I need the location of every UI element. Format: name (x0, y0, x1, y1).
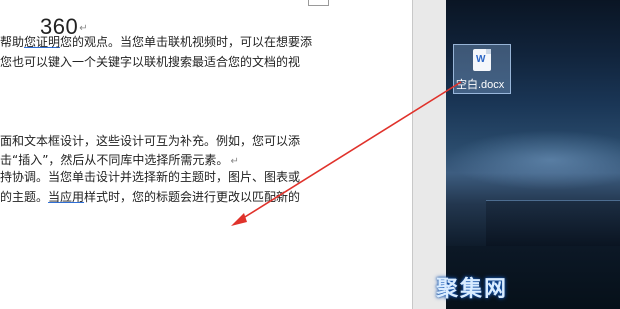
text-segment: 持协调。当您单击设计并选择新的主题时，图片、图表或 (0, 170, 301, 184)
document-text-line: 面和文本框设计，这些设计可互为补充。例如，您可以添 (0, 133, 300, 149)
text-segment: 面和文本框设计，这些设计可互为补充。例如，您可以添 (0, 134, 301, 148)
document-text-line: 帮助您证明您的观点。当您单击联机视频时，可以在想要添 (0, 34, 312, 50)
text-segment: 的主题。 (0, 190, 49, 204)
paragraph-mark-icon: ↵ (79, 22, 89, 34)
text-segment: 样式时，您的标题会进行更改以匹配新的 (84, 190, 301, 204)
word-document-icon: W (473, 49, 491, 71)
document-page[interactable]: 360↵ 帮助您证明您的观点。当您单击联机视频时，可以在想要添 您也可以键入一个关… (0, 0, 412, 309)
text-segment: 帮助 (0, 35, 25, 49)
text-segment: 您也可以键入一个关键字以联机搜索最适合您的文档的视 (0, 55, 301, 69)
ruler-marker (308, 0, 329, 6)
spellcheck-underlined-text: 当应用 (48, 190, 85, 204)
desktop-file-item[interactable]: W 空白.docx (453, 44, 511, 94)
document-text-line: 击“插入”，然后从不同库中选择所需元素。 ↵ (0, 152, 239, 170)
text-segment: 击“插入”，然后从不同库中选择所需元素。 (0, 153, 229, 167)
document-text-line: 的主题。当应用样式时，您的标题会进行更改以匹配新的 (0, 189, 300, 205)
document-text-line: 您也可以键入一个关键字以联机搜索最适合您的文档的视 (0, 54, 300, 70)
paragraph-mark-icon: ↵ (230, 156, 239, 167)
spellcheck-underlined-text: 您证明 (24, 35, 61, 49)
wallpaper-glow (446, 130, 620, 190)
desktop-file-label: 空白.docx (456, 79, 505, 91)
watermark-logo: 聚集网 (436, 277, 509, 302)
wallpaper-horizon (486, 200, 620, 247)
document-text-line: 持协调。当您单击设计并选择新的主题时，图片、图表或 (0, 169, 300, 185)
desktop-background[interactable]: W 空白.docx (446, 0, 620, 309)
text-segment: 您的观点。当您单击联机视频时，可以在想要添 (60, 35, 313, 49)
document-gutter (413, 0, 446, 309)
